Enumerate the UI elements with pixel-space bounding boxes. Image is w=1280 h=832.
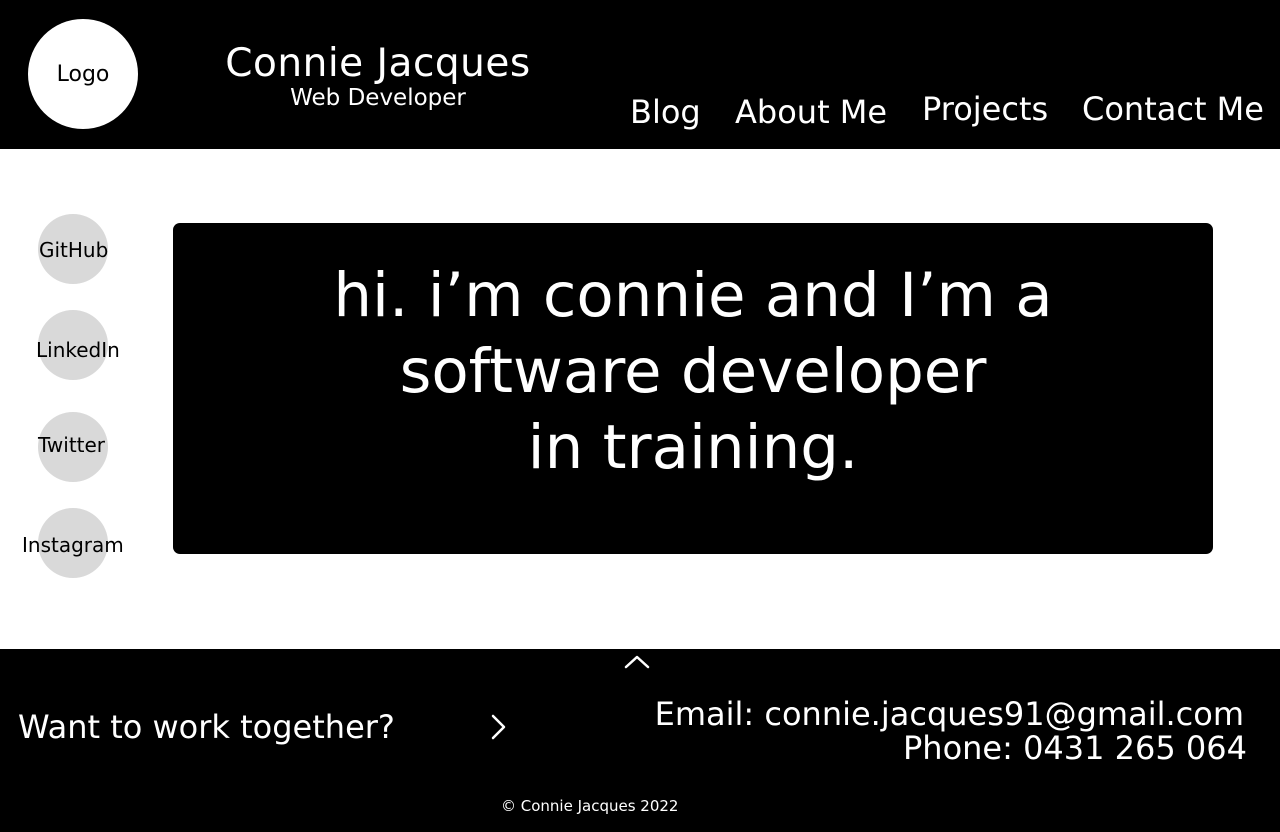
contact-email[interactable]: Email: connie.jacques91@gmail.com bbox=[655, 695, 1244, 733]
hero-banner: hi. i’m connie and I’m a software develo… bbox=[173, 223, 1213, 554]
hero-heading-line-3: in training. bbox=[527, 412, 859, 483]
logo[interactable]: Logo bbox=[28, 19, 138, 129]
social-linkedin-label[interactable]: LinkedIn bbox=[36, 338, 120, 362]
work-together-link[interactable]: Want to work together? bbox=[18, 708, 395, 746]
social-instagram-label[interactable]: Instagram bbox=[22, 533, 124, 557]
nav-item-projects[interactable]: Projects bbox=[922, 90, 1048, 128]
social-twitter-label[interactable]: Twitter bbox=[38, 433, 105, 457]
site-owner-role: Web Developer bbox=[290, 85, 466, 111]
site-footer: Want to work together? Email: connie.jac… bbox=[0, 649, 1280, 832]
logo-label: Logo bbox=[56, 61, 110, 87]
site-header: Logo Connie Jacques Web Developer Blog A… bbox=[0, 0, 1280, 149]
brand: Connie Jacques Web Developer bbox=[222, 44, 534, 110]
social-github-label[interactable]: GitHub bbox=[39, 238, 108, 262]
site-owner-name: Connie Jacques bbox=[225, 41, 531, 86]
nav-item-blog[interactable]: Blog bbox=[630, 93, 701, 131]
contact-phone[interactable]: Phone: 0431 265 064 bbox=[903, 729, 1247, 767]
nav-item-contact-me[interactable]: Contact Me bbox=[1082, 90, 1264, 128]
chevron-up-icon[interactable] bbox=[624, 653, 650, 669]
chevron-right-icon[interactable] bbox=[488, 713, 508, 741]
hero-heading-line-2: software developer bbox=[399, 336, 987, 407]
copyright: © Connie Jacques 2022 bbox=[501, 797, 679, 815]
hero-heading-line-1: hi. i’m connie and I’m a bbox=[333, 260, 1053, 331]
nav-item-about-me[interactable]: About Me bbox=[735, 93, 887, 131]
